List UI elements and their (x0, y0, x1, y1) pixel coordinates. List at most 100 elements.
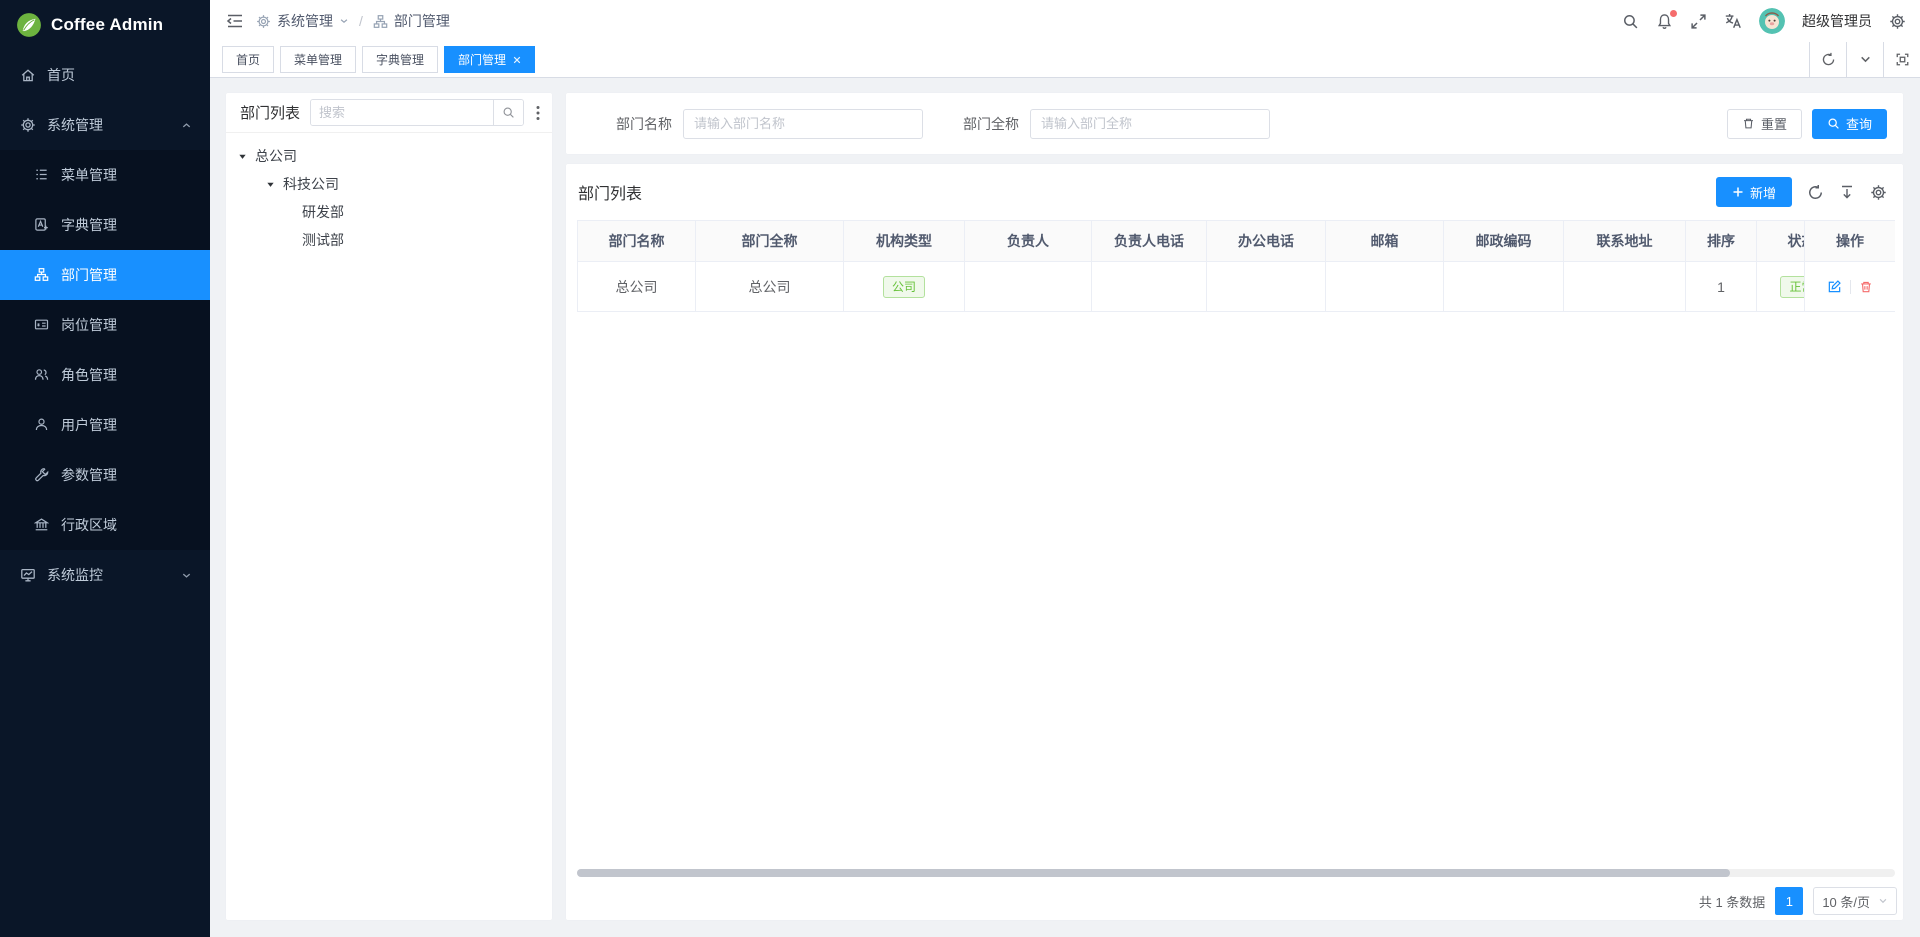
tree-more-icon[interactable] (534, 103, 542, 123)
filter-bar: 部门名称 部门全称 重置 查询 (566, 93, 1903, 154)
caret-down-icon[interactable] (266, 180, 276, 189)
content-maximize-icon[interactable] (1883, 42, 1920, 78)
chevron-down-icon (181, 570, 192, 581)
avatar[interactable] (1759, 8, 1785, 34)
search-icon[interactable] (1622, 13, 1639, 30)
sidebar-item-label: 参数管理 (61, 465, 117, 485)
tabs-dropdown-icon[interactable] (1846, 42, 1883, 78)
app-logo[interactable]: Coffee Admin (0, 0, 210, 50)
fullscreen-icon[interactable] (1690, 13, 1707, 30)
user-icon (34, 417, 50, 433)
sidebar-item-dict-mgmt[interactable]: 字典管理 (0, 200, 210, 250)
breadcrumb-item-current: 部门管理 (394, 11, 450, 31)
caret-down-icon[interactable] (238, 152, 248, 161)
tree-search-button[interactable] (493, 100, 523, 125)
dept-fullname-input[interactable] (1030, 109, 1270, 139)
sidebar-item-label: 部门管理 (61, 265, 117, 285)
tab-bar: 首页 菜单管理 字典管理 部门管理 (210, 42, 1920, 78)
monitor-icon (20, 567, 36, 583)
breadcrumb: 系统管理 / 部门管理 (256, 11, 450, 31)
plus-icon (1732, 186, 1744, 198)
page-1-button[interactable]: 1 (1775, 887, 1803, 915)
cell-leader-phone (1092, 262, 1207, 312)
tab-dept-mgmt[interactable]: 部门管理 (444, 46, 535, 73)
add-button[interactable]: 新增 (1716, 177, 1792, 207)
notification-bell-icon[interactable] (1656, 13, 1673, 30)
top-bar: 系统管理 / 部门管理 超级管理员 (210, 0, 1920, 42)
query-button[interactable]: 查询 (1812, 109, 1887, 139)
tab-dict-mgmt[interactable]: 字典管理 (362, 46, 438, 73)
chevron-down-icon (1878, 896, 1888, 906)
sidebar-collapse-icon[interactable] (226, 12, 244, 30)
dept-fullname-label: 部门全称 (963, 114, 1019, 134)
table-title: 部门列表 (578, 180, 642, 204)
col-header: 联系地址 (1564, 220, 1686, 262)
id-badge-icon (34, 317, 50, 333)
delete-icon[interactable] (1859, 280, 1873, 294)
tree-node-leaf[interactable]: 测试部 (230, 226, 548, 254)
pagination-total: 共 1 条数据 (1699, 892, 1765, 911)
dictionary-icon (34, 217, 50, 233)
sidebar-submenu-system: 菜单管理 字典管理 部门管理 岗位管理 角色管理 (0, 150, 210, 550)
edit-icon[interactable] (1827, 279, 1842, 294)
gear-icon (20, 117, 36, 133)
sidebar-item-role-mgmt[interactable]: 角色管理 (0, 350, 210, 400)
ops-fixed-column: 操作 (1804, 220, 1895, 312)
sidebar-item-menu-mgmt[interactable]: 菜单管理 (0, 150, 210, 200)
col-header: 部门全称 (696, 220, 844, 262)
reset-button[interactable]: 重置 (1727, 109, 1802, 139)
sidebar-item-monitor[interactable]: 系统监控 (0, 550, 210, 600)
sidebar-item-user-mgmt[interactable]: 用户管理 (0, 400, 210, 450)
dept-name-input[interactable] (683, 109, 923, 139)
tree-search-group (310, 99, 524, 126)
user-name[interactable]: 超级管理员 (1802, 11, 1872, 31)
translate-icon[interactable] (1724, 12, 1742, 30)
sidebar-item-label: 行政区域 (61, 515, 117, 535)
wrench-icon (34, 467, 50, 483)
horizontal-scrollbar-thumb[interactable] (577, 869, 1730, 877)
column-settings-icon[interactable] (1870, 184, 1887, 201)
col-header: 部门名称 (577, 220, 696, 262)
col-header: 负责人电话 (1092, 220, 1207, 262)
tree-node-root[interactable]: 总公司 (230, 142, 548, 170)
sidebar-item-home[interactable]: 首页 (0, 50, 210, 100)
tree-node-leaf[interactable]: 研发部 (230, 198, 548, 226)
tree-node-child[interactable]: 科技公司 (230, 170, 548, 198)
sidebar-item-param-mgmt[interactable]: 参数管理 (0, 450, 210, 500)
refresh-icon[interactable] (1807, 184, 1824, 201)
col-header: 邮政编码 (1444, 220, 1564, 262)
cell-full-name: 总公司 (696, 262, 844, 312)
sidebar-item-label: 系统监控 (47, 565, 103, 585)
leaf-logo-icon (16, 12, 42, 38)
horizontal-scrollbar[interactable] (577, 869, 1895, 877)
org-chart-icon (373, 14, 388, 29)
cell-leader (965, 262, 1092, 312)
col-header: 办公电话 (1207, 220, 1326, 262)
sidebar-item-system[interactable]: 系统管理 (0, 100, 210, 150)
sidebar-item-dept-mgmt[interactable]: 部门管理 (0, 250, 210, 300)
tabs-refresh-icon[interactable] (1809, 42, 1846, 78)
sidebar-item-label: 字典管理 (61, 215, 117, 235)
tree-panel-title: 部门列表 (240, 102, 300, 123)
breadcrumb-item[interactable]: 系统管理 (277, 11, 333, 31)
settings-gear-icon[interactable] (1889, 13, 1906, 30)
cell-email (1326, 262, 1444, 312)
sidebar-item-region[interactable]: 行政区域 (0, 500, 210, 550)
tree-search-input[interactable] (311, 100, 493, 125)
app-title: Coffee Admin (51, 15, 163, 35)
sidebar-item-post-mgmt[interactable]: 岗位管理 (0, 300, 210, 350)
col-header: 邮箱 (1326, 220, 1444, 262)
tab-menu-mgmt[interactable]: 菜单管理 (280, 46, 356, 73)
cell-address (1564, 262, 1686, 312)
tab-home[interactable]: 首页 (222, 46, 274, 73)
pagination: 共 1 条数据 1 10 条/页 (1699, 887, 1897, 915)
cell-dept-name: 总公司 (577, 262, 696, 312)
tab-close-icon[interactable] (513, 56, 521, 64)
roles-icon (34, 367, 50, 383)
export-icon[interactable] (1839, 184, 1855, 200)
org-chart-icon (34, 267, 50, 283)
cell-postal-code (1444, 262, 1564, 312)
dept-name-label: 部门名称 (616, 114, 672, 134)
page-size-select[interactable]: 10 条/页 (1813, 887, 1897, 915)
trash-clear-icon (1742, 117, 1755, 130)
